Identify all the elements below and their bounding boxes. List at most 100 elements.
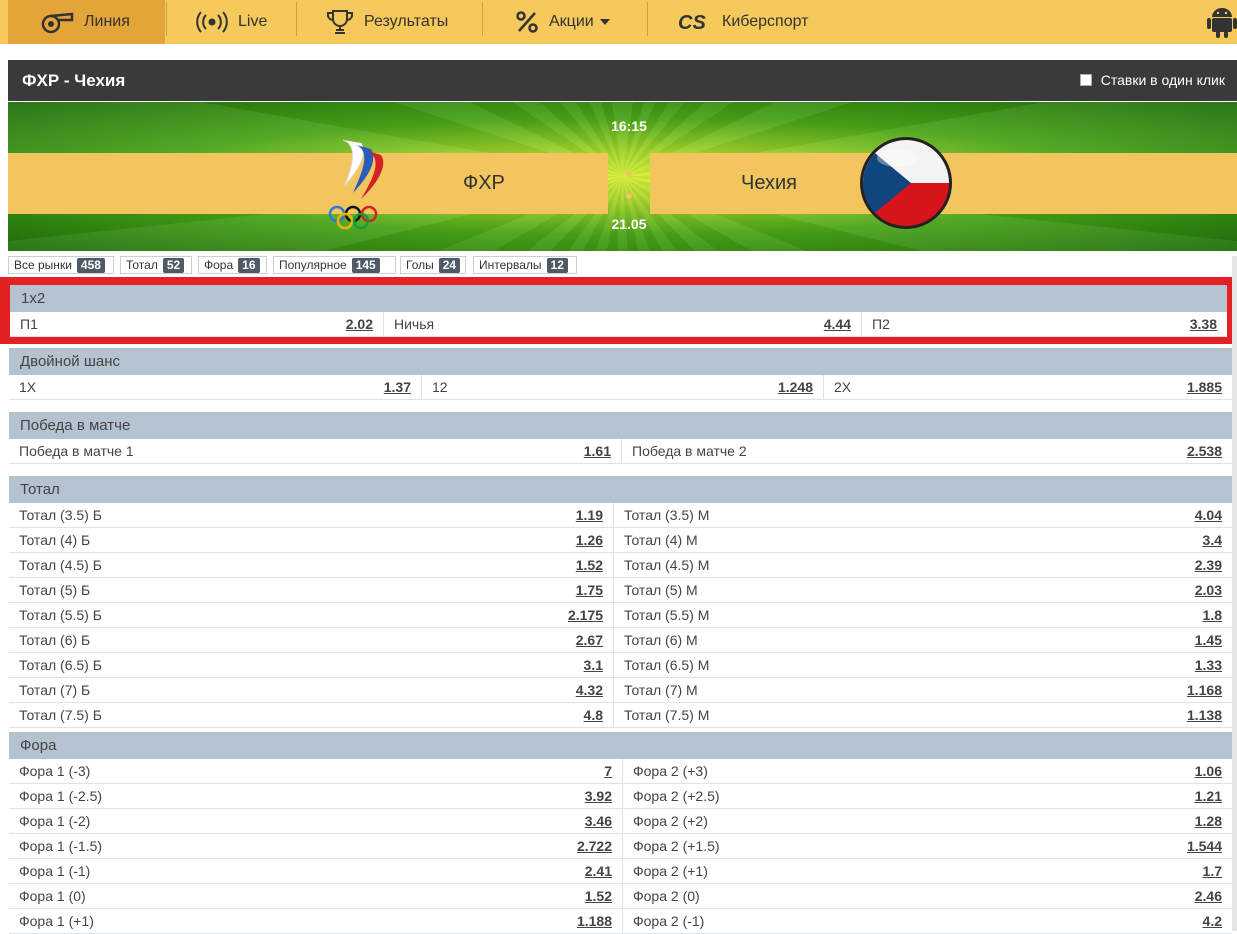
odds-value[interactable]: 2.538 [1187,439,1222,463]
odds-value[interactable]: 1.33 [1195,653,1222,677]
odds-value[interactable]: 2.03 [1195,578,1222,602]
bet-cell[interactable]: Тотал (4) М 3.4 [613,528,1232,552]
tab-handicap[interactable]: Фора 16 [198,256,267,274]
odds-value[interactable]: 1.19 [576,503,603,527]
nav-item-live[interactable]: Live [196,0,267,44]
tab-goals[interactable]: Голы 24 [400,256,466,274]
bet-cell[interactable]: Тотал (5) Б 1.75 [9,578,613,602]
bet-label: Тотал (6) М [624,632,698,648]
bet-cell[interactable]: Тотал (5) М 2.03 [613,578,1232,602]
bet-cell[interactable]: Фора 1 (+1) 1.188 [9,909,622,933]
bet-cell[interactable]: Тотал (6) М 1.45 [613,628,1232,652]
odds-value[interactable]: 1.168 [1187,678,1222,702]
bet-cell[interactable]: 1X 1.37 [9,375,421,399]
odds-value[interactable]: 2.02 [346,312,373,336]
bet-cell[interactable]: Тотал (5.5) М 1.8 [613,603,1232,627]
odds-value[interactable]: 1.52 [585,884,612,908]
odds-value[interactable]: 2.41 [585,859,612,883]
nav-item-results[interactable]: Результаты [326,0,448,44]
tab-all-markets[interactable]: Все рынки 458 [8,256,114,274]
bet-cell[interactable]: Фора 1 (-2.5) 3.92 [9,784,622,808]
bet-cell[interactable]: Фора 2 (+1.5) 1.544 [622,834,1232,858]
odds-value[interactable]: 2.67 [576,628,603,652]
bet-cell[interactable]: Тотал (4) Б 1.26 [9,528,613,552]
odds-value[interactable]: 1.7 [1203,859,1222,883]
bet-cell[interactable]: Победа в матче 2 2.538 [621,439,1232,463]
bet-cell[interactable]: П2 3.38 [861,312,1227,336]
odds-value[interactable]: 1.188 [577,909,612,933]
odds-value[interactable]: 2.39 [1195,553,1222,577]
scrollbar[interactable] [1232,256,1237,931]
bet-cell[interactable]: Тотал (7.5) Б 4.8 [9,703,613,727]
bet-cell[interactable]: Тотал (5.5) Б 2.175 [9,603,613,627]
bet-cell[interactable]: Тотал (3.5) Б 1.19 [9,503,613,527]
nav-item-promotions[interactable]: Акции [515,0,620,44]
odds-value[interactable]: 7 [604,759,612,783]
odds-value[interactable]: 1.544 [1187,834,1222,858]
nav-item-esports[interactable]: CS Киберспорт [678,0,808,44]
bet-cell[interactable]: Тотал (6.5) Б 3.1 [9,653,613,677]
bet-cell[interactable]: Победа в матче 1 1.61 [9,439,621,463]
bet-cell[interactable]: Фора 1 (-3) 7 [9,759,622,783]
odds-value[interactable]: 1.138 [1187,703,1222,727]
odds-value[interactable]: 1.52 [576,553,603,577]
odds-value[interactable]: 1.26 [576,528,603,552]
bet-cell[interactable]: Тотал (6.5) М 1.33 [613,653,1232,677]
bet-cell[interactable]: Фора 2 (+3) 1.06 [622,759,1232,783]
match-title-bar: ФХР - Чехия Ставки в один клик [8,60,1237,101]
bet-label: Ничья [394,316,435,332]
odds-value[interactable]: 2.175 [568,603,603,627]
odds-value[interactable]: 3.46 [585,809,612,833]
bet-cell[interactable]: Фора 2 (+2.5) 1.21 [622,784,1232,808]
market-row: Тотал (6) Б 2.67 Тотал (6) М 1.45 [9,628,1232,653]
bet-cell[interactable]: П1 2.02 [10,312,383,336]
tab-total[interactable]: Тотал 52 [120,256,192,274]
odds-value[interactable]: 1.248 [778,375,813,399]
bet-cell[interactable]: Фора 1 (-1.5) 2.722 [9,834,622,858]
bet-cell[interactable]: Тотал (3.5) М 4.04 [613,503,1232,527]
bet-cell[interactable]: Тотал (7) Б 4.32 [9,678,613,702]
odds-value[interactable]: 1.06 [1195,759,1222,783]
bet-cell[interactable]: Тотал (4.5) М 2.39 [613,553,1232,577]
bet-cell[interactable]: Тотал (7.5) М 1.138 [613,703,1232,727]
tab-popular[interactable]: Популярное 145 [273,256,396,274]
odds-value[interactable]: 3.92 [585,784,612,808]
bet-cell[interactable]: Фора 1 (-1) 2.41 [9,859,622,883]
odds-value[interactable]: 1.28 [1195,809,1222,833]
odds-value[interactable]: 1.8 [1203,603,1222,627]
one-click-checkbox[interactable] [1079,74,1092,86]
odds-value[interactable]: 3.1 [584,653,603,677]
odds-value[interactable]: 4.04 [1195,503,1222,527]
bet-label: Фора 1 (-1.5) [19,838,103,854]
odds-value[interactable]: 2.46 [1195,884,1222,908]
bet-cell[interactable]: 2X 1.885 [823,375,1232,399]
odds-value[interactable]: 4.44 [824,312,851,336]
bet-cell[interactable]: Фора 2 (-1) 4.2 [622,909,1232,933]
odds-value[interactable]: 4.8 [584,703,603,727]
bet-cell[interactable]: Ничья 4.44 [383,312,861,336]
bet-cell[interactable]: Фора 1 (-2) 3.46 [9,809,622,833]
bet-cell[interactable]: Фора 2 (0) 2.46 [622,884,1232,908]
odds-value[interactable]: 4.32 [576,678,603,702]
odds-value[interactable]: 3.38 [1190,312,1217,336]
bet-cell[interactable]: Фора 1 (0) 1.52 [9,884,622,908]
odds-value[interactable]: 1.21 [1195,784,1222,808]
bet-cell[interactable]: Тотал (6) Б 2.67 [9,628,613,652]
odds-value[interactable]: 1.37 [384,375,411,399]
one-click-toggle[interactable]: Ставки в один клик [1079,72,1225,88]
odds-value[interactable]: 3.4 [1203,528,1222,552]
bet-cell[interactable]: 12 1.248 [421,375,823,399]
odds-value[interactable]: 1.75 [576,578,603,602]
tab-intervals[interactable]: Интервалы 12 [473,256,577,274]
android-icon[interactable] [1207,4,1237,38]
odds-value[interactable]: 4.2 [1203,909,1222,933]
bet-cell[interactable]: Фора 2 (+1) 1.7 [622,859,1232,883]
bet-cell[interactable]: Тотал (7) М 1.168 [613,678,1232,702]
odds-value[interactable]: 1.45 [1195,628,1222,652]
nav-item-line[interactable]: Линия [8,0,165,44]
odds-value[interactable]: 1.885 [1187,375,1222,399]
odds-value[interactable]: 1.61 [584,439,611,463]
bet-cell[interactable]: Фора 2 (+2) 1.28 [622,809,1232,833]
bet-cell[interactable]: Тотал (4.5) Б 1.52 [9,553,613,577]
odds-value[interactable]: 2.722 [577,834,612,858]
